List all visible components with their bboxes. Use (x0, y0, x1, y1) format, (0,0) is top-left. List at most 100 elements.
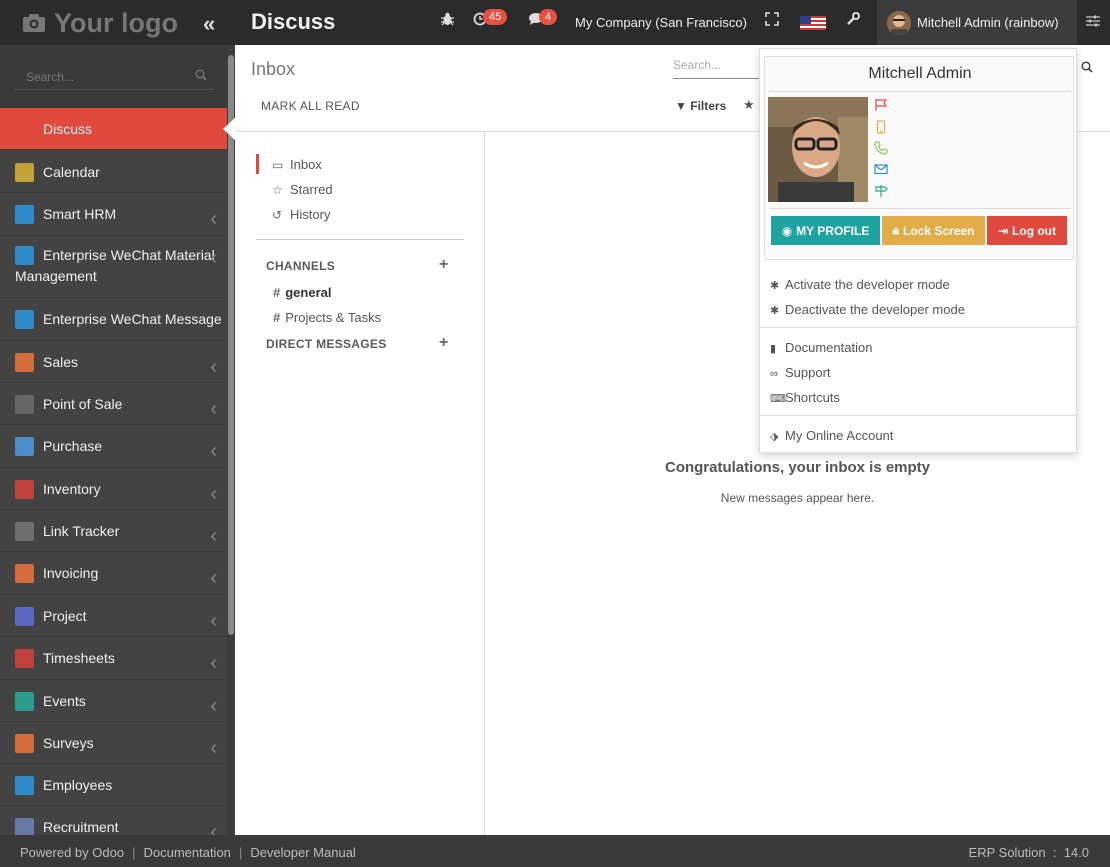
direct-messages-header[interactable]: DIRECT MESSAGES (266, 337, 387, 351)
sidebar-item-discuss[interactable]: Discuss (0, 108, 235, 150)
sidebar-item-label: Surveys (43, 735, 94, 751)
sidebar-item-sales[interactable]: Sales ‹ (0, 341, 235, 383)
app-icon (15, 163, 34, 182)
lock-screen-button[interactable]: 🔒︎ Lock Screen (882, 216, 985, 245)
documentation-link[interactable]: Documentation (143, 845, 230, 860)
flag-icon (875, 99, 888, 111)
sidebar-item-surveys[interactable]: Surveys ‹ (0, 722, 235, 764)
channels-header[interactable]: CHANNELS (266, 259, 335, 273)
collapse-menu-icon[interactable]: « (203, 11, 215, 37)
mailbox-inbox[interactable]: ▭ Inbox (272, 157, 322, 172)
mark-all-read-button[interactable]: MARK ALL READ (261, 99, 360, 113)
divider (769, 91, 1071, 92)
search-icon[interactable] (1081, 61, 1093, 73)
sidebar-item-project[interactable]: Project ‹ (0, 595, 235, 637)
settings-sliders-icon[interactable] (1086, 14, 1100, 31)
sidebar-item-label: Point of Sale (43, 396, 123, 412)
sidebar-item-enterprise-wechat-message[interactable]: Enterprise WeChat Message (0, 298, 235, 341)
sidebar-item-inventory[interactable]: Inventory ‹ (0, 468, 235, 510)
sign-out-icon: ⇥ (997, 223, 1009, 238)
sidebar-item-calendar[interactable]: Calendar (0, 151, 235, 193)
activate-developer-mode-item[interactable]: ✱ Activate the developer mode (770, 277, 950, 292)
search-box (673, 57, 763, 79)
company-switcher[interactable]: My Company (San Francisco) (575, 15, 747, 30)
sidebar-item-label: Timesheets (43, 650, 115, 666)
developer-manual-link[interactable]: Developer Manual (250, 845, 356, 860)
messages-count-badge: 4 (539, 9, 558, 25)
sidebar-item-label: Project (43, 608, 87, 624)
app-icon (15, 607, 34, 626)
app-icon (15, 353, 34, 372)
app-sidebar: DiscussCalendarSmart HRM‹Enterprise WeCh… (0, 45, 235, 835)
app-icon (15, 205, 34, 224)
user-name: Mitchell Admin (rainbow) (917, 15, 1059, 30)
hash-icon: # (273, 285, 281, 300)
debug-bug-icon[interactable] (441, 12, 454, 30)
sidebar-item-point-of-sale[interactable]: Point of Sale ‹ (0, 383, 235, 425)
filter-icon: ▼ (675, 99, 687, 113)
user-dropdown-menu: Mitchell Admin ◉ MY PROFILE 🔒︎ Lock Screen… (759, 48, 1077, 453)
sidebar-item-label: Discuss (43, 121, 93, 137)
sidebar-item-label: Calendar (43, 164, 100, 180)
search-icon[interactable] (195, 69, 207, 81)
user-avatar (887, 10, 911, 35)
powered-by-link[interactable]: Powered by Odoo (20, 845, 124, 860)
channel-general[interactable]: # general (273, 285, 331, 300)
sidebar-scrollbar[interactable] (227, 45, 235, 835)
app-icon (15, 395, 34, 414)
wrench-icon[interactable] (846, 12, 860, 30)
app-icon (15, 120, 34, 139)
fullscreen-icon[interactable] (765, 12, 779, 30)
chevron-left-icon: ‹ (210, 525, 217, 547)
deactivate-developer-mode-item[interactable]: ✱ Deactivate the developer mode (770, 302, 965, 317)
support-item[interactable]: ∞ Support (770, 365, 831, 380)
sidebar-item-events[interactable]: Events ‹ (0, 680, 235, 722)
logo-text: Your logo (54, 7, 178, 38)
my-profile-button[interactable]: ◉ MY PROFILE (771, 216, 880, 245)
divider (256, 239, 464, 240)
sidebar-item-invoicing[interactable]: Invoicing ‹ (0, 552, 235, 595)
documentation-item[interactable]: ▮ Documentation (770, 340, 872, 355)
sidebar-item-purchase[interactable]: Purchase ‹ (0, 425, 235, 468)
mailbox-history[interactable]: ↺ History (272, 207, 330, 222)
empty-inbox-title: Congratulations, your inbox is empty (664, 459, 931, 476)
chevron-left-icon: ‹ (210, 440, 217, 462)
shortcuts-item[interactable]: ⌨Shortcuts (770, 390, 840, 405)
us-flag-icon[interactable] (800, 16, 826, 30)
sidebar-search-input[interactable] (14, 64, 214, 90)
sidebar-item-link-tracker[interactable]: Link Tracker ‹ (0, 510, 235, 552)
lock-icon: 🔒︎ (892, 223, 899, 237)
email-icon (874, 164, 888, 175)
chevron-left-icon: ‹ (210, 247, 217, 269)
sidebar-item-recruitment[interactable]: Recruitment ‹ (0, 806, 235, 835)
page-title: Inbox (251, 59, 296, 79)
active-item-notch (223, 118, 235, 140)
active-mailbox-indicator (256, 154, 259, 174)
inbox-icon: ▭ (272, 158, 284, 172)
chevron-left-icon: ‹ (210, 356, 217, 378)
user-profile-card: Mitchell Admin ◉ MY PROFILE 🔒︎ Lock Screen… (764, 56, 1074, 260)
divider (760, 327, 1076, 328)
favorites-star-icon[interactable]: ★ (743, 97, 755, 113)
app-icon (15, 522, 34, 541)
channel-projects-tasks[interactable]: # Projects & Tasks (273, 310, 381, 325)
app-icon (15, 734, 34, 753)
add-direct-message-plus-icon[interactable]: + (439, 334, 448, 352)
app-icon (15, 480, 34, 499)
filters-button[interactable]: ▼ Filters (675, 99, 726, 113)
mobile-phone-icon (876, 120, 886, 134)
sidebar-item-employees[interactable]: Employees (0, 764, 235, 806)
mailbox-starred[interactable]: ☆ Starred (272, 182, 333, 197)
log-out-button[interactable]: ⇥ Log out (987, 216, 1067, 245)
sidebar-item-timesheets[interactable]: Timesheets ‹ (0, 637, 235, 680)
logo[interactable]: Your logo (22, 6, 178, 40)
sidebar-item-enterprise-wechat-material-management[interactable]: Enterprise WeChat Material Management ‹ (0, 236, 235, 298)
user-menu-toggle[interactable]: Mitchell Admin (rainbow) (877, 0, 1077, 45)
signpost-icon (875, 185, 888, 197)
book-icon: ▮ (770, 343, 777, 355)
search-input[interactable] (673, 58, 763, 72)
add-channel-plus-icon[interactable]: + (439, 256, 448, 274)
my-online-account-item[interactable]: ⬗ My Online Account (770, 428, 893, 443)
app-title: Discuss (251, 9, 336, 34)
sidebar-item-smart-hrm[interactable]: Smart HRM ‹ (0, 193, 235, 236)
